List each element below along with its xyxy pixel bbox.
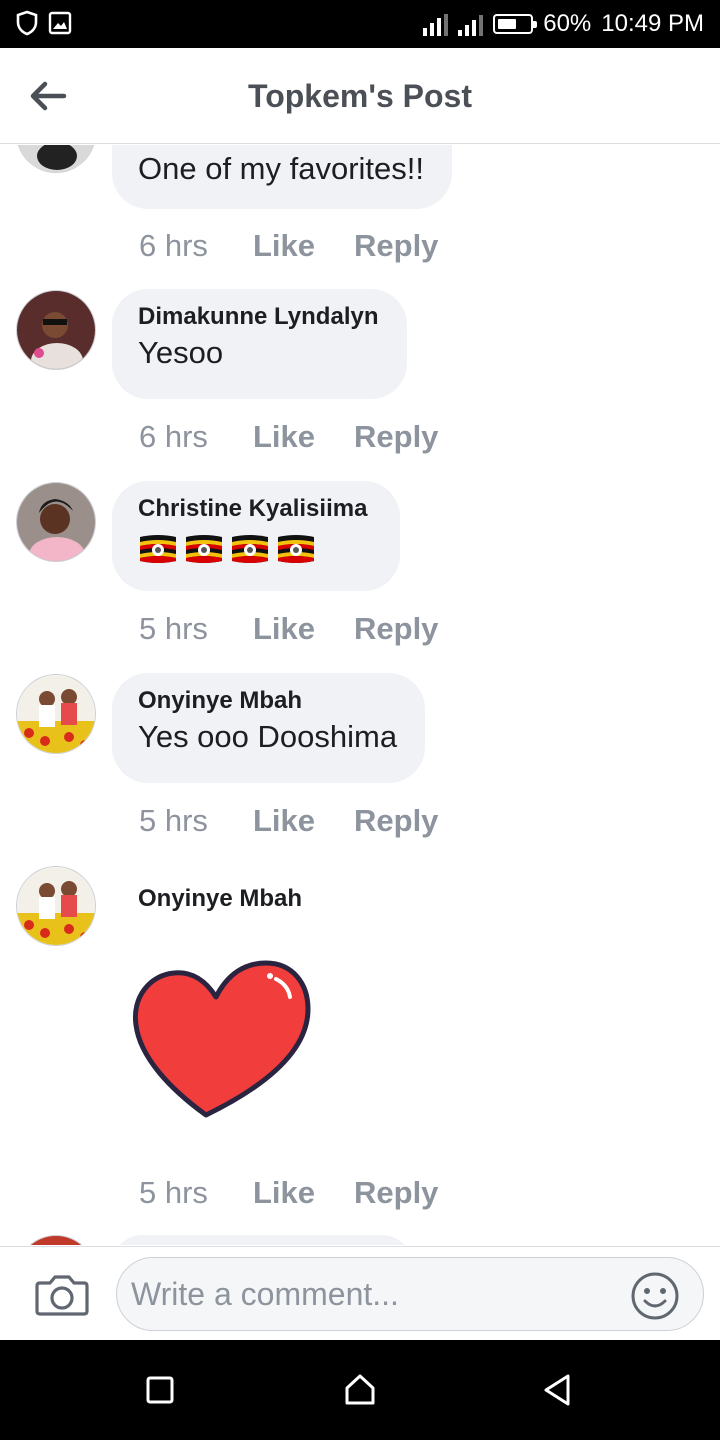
comment-bubble[interactable]: Onyinye Mbah Yes ooo Dooshima bbox=[112, 673, 426, 783]
comment-bubble[interactable]: Christine Kyalisiima bbox=[112, 481, 400, 591]
signal-icon bbox=[423, 12, 449, 36]
image-icon bbox=[48, 11, 72, 35]
avatar[interactable] bbox=[16, 290, 96, 370]
comment-actions: 5 hrs Like Reply bbox=[139, 803, 438, 839]
comment-time: 5 hrs bbox=[139, 611, 208, 646]
comment-bubble[interactable]: Dimakunne Lyndalyn Yesoo bbox=[112, 289, 407, 399]
home-button[interactable] bbox=[340, 1370, 380, 1410]
comment-time: 6 hrs bbox=[139, 419, 208, 454]
avatar-photo bbox=[17, 291, 95, 369]
smiley-icon bbox=[631, 1272, 679, 1320]
comment-list[interactable]: One of my favorites!! 6 hrs Like Reply D… bbox=[0, 145, 720, 1245]
status-bar: 60% 10:49 PM bbox=[0, 0, 720, 48]
emoji-button[interactable] bbox=[630, 1271, 680, 1321]
recent-apps-button[interactable] bbox=[140, 1370, 180, 1410]
comment-reactions bbox=[138, 533, 372, 565]
signal-icon bbox=[458, 12, 484, 36]
avatar[interactable] bbox=[16, 482, 96, 562]
comment-actions: 5 hrs Like Reply bbox=[139, 611, 438, 647]
flag-uganda-icon bbox=[232, 535, 268, 563]
comment-actions: 6 hrs Like Reply bbox=[139, 419, 438, 455]
camera-button[interactable] bbox=[34, 1271, 90, 1319]
battery-icon bbox=[493, 14, 538, 34]
like-button[interactable]: Like bbox=[253, 419, 354, 455]
shield-icon bbox=[16, 10, 38, 36]
recent-apps-icon bbox=[146, 1376, 174, 1404]
comment-bubble[interactable]: One of my favorites!! bbox=[112, 145, 452, 209]
comment-author[interactable]: Onyinye Mbah bbox=[138, 687, 397, 715]
like-button[interactable]: Like bbox=[253, 1175, 354, 1211]
like-button[interactable]: Like bbox=[253, 611, 354, 647]
avatar-photo bbox=[17, 675, 95, 753]
status-left-icons bbox=[16, 10, 72, 36]
comment-author[interactable]: Dimakunne Lyndalyn bbox=[138, 303, 379, 331]
comment-actions: 6 hrs Like Reply bbox=[139, 228, 438, 264]
avatar[interactable] bbox=[16, 145, 96, 173]
flag-uganda-icon bbox=[278, 535, 314, 563]
back-icon bbox=[544, 1374, 570, 1406]
avatar[interactable] bbox=[16, 674, 96, 754]
camera-icon bbox=[35, 1275, 89, 1316]
reply-button[interactable]: Reply bbox=[354, 419, 438, 455]
avatar[interactable] bbox=[16, 866, 96, 946]
avatar[interactable] bbox=[16, 1235, 96, 1245]
system-nav-bar bbox=[0, 1340, 720, 1440]
app-header: Topkem's Post bbox=[0, 48, 720, 144]
page-title: Topkem's Post bbox=[248, 78, 472, 114]
heart-sticker-icon[interactable] bbox=[130, 939, 314, 1123]
reply-button[interactable]: Reply bbox=[354, 228, 438, 264]
avatar-photo bbox=[17, 483, 95, 561]
back-nav-button[interactable] bbox=[538, 1370, 578, 1410]
flag-uganda-icon bbox=[186, 535, 222, 563]
comment-time: 5 hrs bbox=[139, 803, 208, 838]
comment-time: 6 hrs bbox=[139, 228, 208, 263]
reply-button[interactable]: Reply bbox=[354, 1175, 438, 1211]
comment-author[interactable]: Christine Kyalisiima bbox=[138, 495, 372, 523]
home-icon bbox=[345, 1374, 375, 1405]
comment-time: 5 hrs bbox=[139, 1175, 208, 1210]
avatar-photo bbox=[17, 867, 95, 945]
comment-actions: 5 hrs Like Reply bbox=[139, 1175, 438, 1211]
comment-author[interactable]: Onyinye Mbah bbox=[138, 885, 302, 913]
comment-bubble[interactable] bbox=[112, 1235, 412, 1245]
comment-composer bbox=[0, 1246, 720, 1340]
reply-button[interactable]: Reply bbox=[354, 803, 438, 839]
comment-text: Yes ooo Dooshima bbox=[138, 719, 398, 754]
like-button[interactable]: Like bbox=[253, 803, 354, 839]
avatar-photo bbox=[17, 145, 95, 172]
comment-input[interactable] bbox=[116, 1257, 704, 1331]
battery-percent: 60% bbox=[543, 10, 592, 37]
comment-text: One of my favorites!! bbox=[138, 151, 424, 186]
status-right: 60% 10:49 PM bbox=[423, 0, 704, 48]
clock: 10:49 PM bbox=[601, 10, 704, 37]
flag-uganda-icon bbox=[140, 535, 176, 563]
reply-button[interactable]: Reply bbox=[354, 611, 438, 647]
comment-text: Yesoo bbox=[138, 335, 224, 370]
like-button[interactable]: Like bbox=[253, 228, 354, 264]
